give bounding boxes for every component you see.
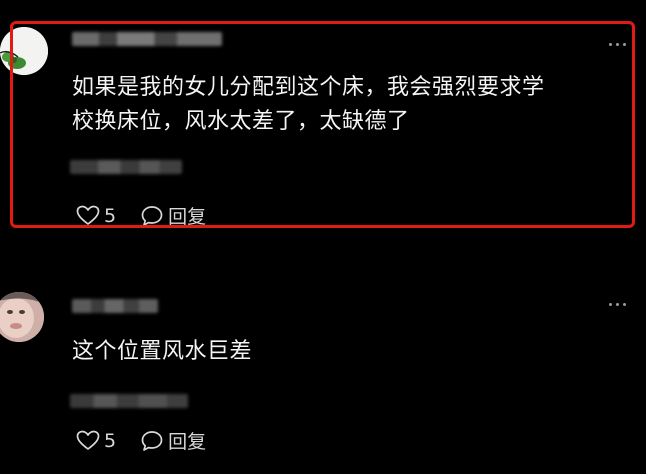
username-blurred[interactable] (72, 32, 222, 46)
heart-outline-icon (76, 430, 100, 450)
comment-text-line: 校换床位，风水太差了，太缺德了 (72, 109, 410, 134)
like-count: 5 (104, 429, 117, 452)
reply-button[interactable]: 回复 (140, 427, 206, 454)
more-options-button[interactable] (609, 303, 626, 306)
comment-item: 这个位置风水巨差 5 回复 (0, 240, 646, 474)
like-count: 5 (104, 204, 117, 227)
more-dots-icon (609, 303, 612, 306)
avatar[interactable] (0, 292, 44, 342)
more-dots-icon (609, 43, 612, 46)
avatar-image (0, 27, 48, 75)
speech-bubble-icon (141, 430, 163, 451)
username-blurred[interactable] (72, 299, 158, 313)
comment-text: 如果是我的女儿分配到这个床，我会强烈要求学 校换床位，风水太差了，太缺德了 (72, 71, 632, 139)
comment-item: 如果是我的女儿分配到这个床，我会强烈要求学 校换床位，风水太差了，太缺德了 5 … (0, 0, 646, 240)
avatar-image (0, 292, 44, 342)
comment-meta-blurred (70, 394, 188, 408)
avatar[interactable] (0, 27, 48, 75)
comment-actions: 5 回复 (76, 427, 206, 454)
comment-meta-blurred (70, 160, 182, 174)
like-button[interactable]: 5 (76, 205, 116, 227)
reply-label: 回复 (168, 431, 207, 453)
reply-label: 回复 (168, 206, 207, 228)
reply-button[interactable]: 回复 (140, 202, 206, 229)
comment-actions: 5 回复 (76, 202, 206, 229)
comment-text: 这个位置风水巨差 (72, 335, 612, 369)
heart-outline-icon (76, 205, 100, 225)
comment-text-line: 如果是我的女儿分配到这个床，我会强烈要求学 (72, 75, 545, 100)
like-button[interactable]: 5 (76, 430, 116, 452)
speech-bubble-icon (141, 205, 163, 226)
more-options-button[interactable] (609, 43, 626, 46)
comment-text-line: 这个位置风水巨差 (72, 339, 253, 364)
